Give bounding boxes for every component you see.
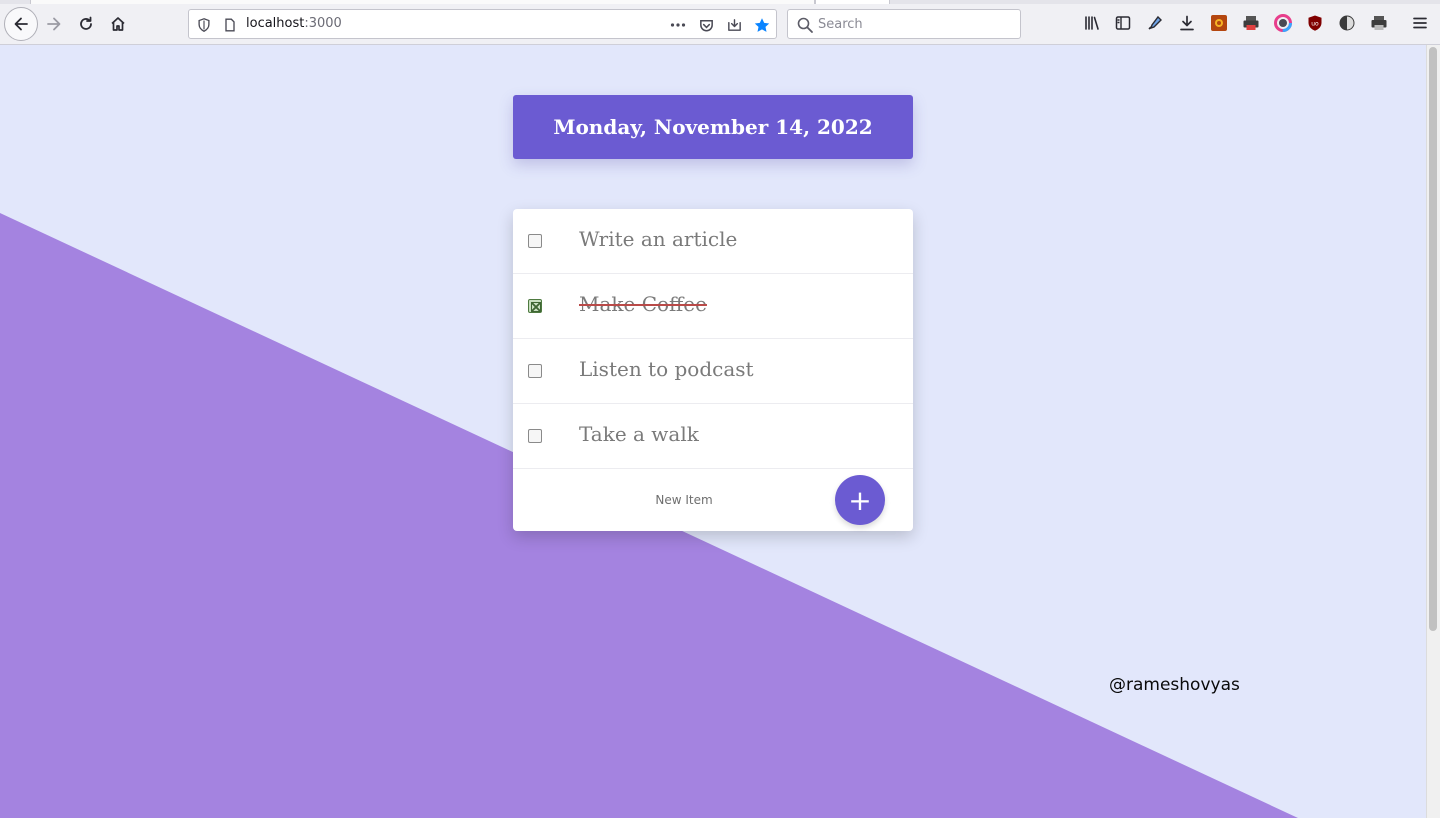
url-text[interactable]: localhost:3000: [246, 16, 342, 31]
add-item-button[interactable]: +: [835, 475, 885, 525]
url-host: localhost: [246, 16, 305, 31]
extension-sun-icon[interactable]: [1209, 13, 1229, 33]
eyedropper-icon[interactable]: [1145, 13, 1165, 33]
author-handle: @rameshovyas: [1109, 675, 1240, 695]
todo-item[interactable]: Take a walk: [513, 404, 913, 469]
new-item-row: +: [513, 469, 913, 531]
download-icon[interactable]: [1177, 13, 1197, 33]
todo-checkbox[interactable]: [528, 364, 542, 378]
date-heading-text: Monday, November 14, 2022: [553, 115, 873, 139]
todo-text: Make Coffee: [579, 292, 707, 316]
todo-item[interactable]: Write an article: [513, 209, 913, 274]
pocket-icon[interactable]: [697, 16, 715, 34]
todo-item[interactable]: Listen to podcast: [513, 339, 913, 404]
search-placeholder: Search: [818, 17, 863, 32]
todo-item[interactable]: Make Coffee: [513, 274, 913, 339]
reader-view-icon[interactable]: [725, 16, 743, 34]
page-icon: [221, 16, 239, 34]
todo-text: Write an article: [579, 227, 738, 251]
todo-text: Take a walk: [579, 422, 699, 446]
svg-text:uo: uo: [1311, 21, 1319, 28]
reload-button[interactable]: [70, 8, 102, 40]
home-icon: [111, 17, 125, 31]
search-bar[interactable]: Search: [787, 9, 1021, 39]
back-button[interactable]: [4, 7, 38, 41]
tab-active[interactable]: [815, 0, 890, 4]
print-icon[interactable]: [1369, 13, 1389, 33]
library-icon[interactable]: [1082, 13, 1102, 33]
browser-toolbar: localhost:3000 Search uo: [0, 0, 1440, 45]
forward-button[interactable]: [38, 8, 70, 40]
url-bar[interactable]: localhost:3000: [188, 9, 777, 39]
shield-icon[interactable]: [195, 16, 213, 34]
todo-text: Listen to podcast: [579, 357, 754, 381]
todo-checkbox[interactable]: [528, 429, 542, 443]
tab-left[interactable]: [30, 0, 815, 4]
new-item-input[interactable]: [579, 491, 789, 509]
forward-arrow-icon: [47, 17, 61, 31]
ublock-icon[interactable]: uo: [1305, 13, 1325, 33]
printer-icon[interactable]: [1241, 13, 1261, 33]
hamburger-menu-icon[interactable]: [1410, 13, 1430, 33]
more-dots-icon[interactable]: [669, 16, 687, 34]
todo-checkbox[interactable]: [528, 234, 542, 248]
page-viewport: Monday, November 14, 2022 Write an artic…: [0, 45, 1426, 818]
search-icon: [797, 17, 813, 33]
url-port: :3000: [304, 16, 342, 31]
reload-icon: [80, 16, 92, 30]
back-arrow-icon: [14, 17, 28, 31]
sidebar-icon[interactable]: [1113, 13, 1133, 33]
todo-list-card: Write an article Make Coffee Listen to p…: [513, 209, 913, 531]
dark-reader-icon[interactable]: [1337, 13, 1357, 33]
scrollbar-thumb[interactable]: [1429, 47, 1437, 631]
bookmark-star-icon[interactable]: [753, 16, 771, 34]
date-header: Monday, November 14, 2022: [513, 95, 913, 159]
todo-checkbox-checked[interactable]: [528, 299, 542, 313]
color-circle-icon[interactable]: [1273, 13, 1293, 33]
home-button[interactable]: [102, 8, 134, 40]
